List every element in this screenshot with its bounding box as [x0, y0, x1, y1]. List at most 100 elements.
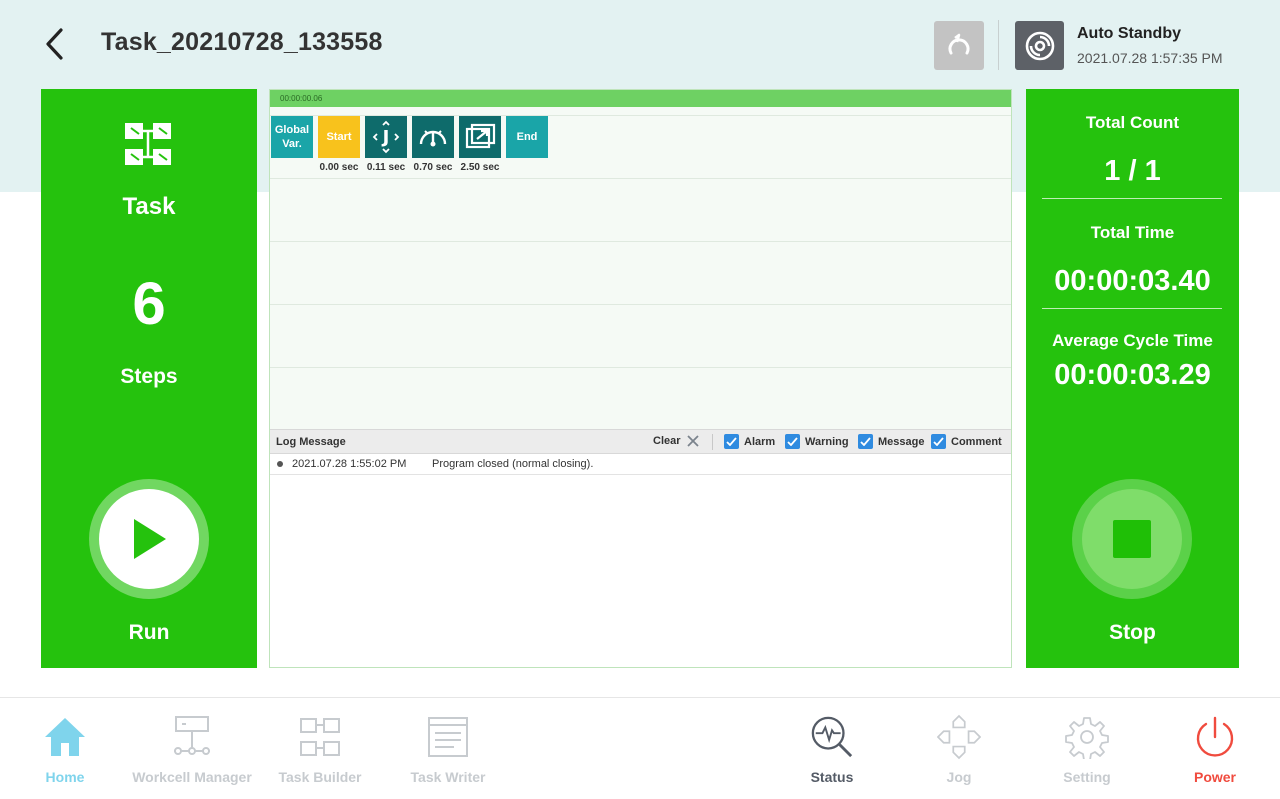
- checkbox[interactable]: [724, 434, 739, 449]
- progress-bar: 00:00:00.06: [270, 90, 1011, 107]
- robot-status-time: 2021.07.28 1:57:35 PM: [1077, 50, 1223, 66]
- filter-alarm[interactable]: Alarm: [724, 434, 775, 449]
- move-j-icon: J: [372, 120, 400, 154]
- total-count-label: Total Count: [1085, 113, 1180, 132]
- stop-button-face: [1082, 489, 1182, 589]
- nav-status[interactable]: Status: [767, 698, 897, 798]
- log-entry[interactable]: 2021.07.28 1:55:02 PM Program closed (no…: [270, 454, 1011, 475]
- block-time: 2.50 sec: [460, 162, 500, 173]
- checkbox[interactable]: [785, 434, 800, 449]
- bottom-nav: Home Workcell Manager Task Builder Task …: [0, 697, 1280, 799]
- log-bullet: [277, 461, 283, 467]
- check-icon: [726, 437, 737, 446]
- run-button-face: [99, 489, 199, 589]
- power-icon: [1193, 714, 1237, 760]
- block-global-var[interactable]: Global Var.: [271, 116, 313, 158]
- log-message: Program closed (normal closing).: [432, 458, 594, 470]
- block-end[interactable]: End: [506, 116, 548, 158]
- nav-jog[interactable]: Jog: [894, 698, 1024, 798]
- gear-icon: [1065, 714, 1109, 760]
- filter-message[interactable]: Message: [858, 434, 924, 449]
- stop-label: Stop: [1109, 621, 1156, 644]
- nav-workcell-manager[interactable]: Workcell Manager: [127, 698, 257, 798]
- filter-label: Alarm: [744, 435, 776, 448]
- filter-label: Comment: [951, 435, 1002, 448]
- steps-count: 6: [132, 270, 166, 337]
- nav-label: Workcell Manager: [132, 769, 252, 785]
- page-title: Task_20210728_133558: [101, 28, 383, 56]
- run-button[interactable]: [89, 479, 209, 599]
- block-time: 0.11 sec: [366, 162, 406, 173]
- reset-button[interactable]: [934, 21, 984, 70]
- log-time: 2021.07.28 1:55:02 PM: [292, 458, 407, 470]
- steps-label: Steps: [120, 365, 178, 388]
- log-title: Log Message: [276, 436, 346, 448]
- header: Task_20210728_133558 Auto Standby 2021.0…: [0, 0, 1280, 89]
- nav-home[interactable]: Home: [0, 698, 130, 798]
- nav-label: Status: [810, 769, 854, 785]
- log-toolbar-divider: [712, 434, 713, 450]
- row-line: [270, 241, 1011, 242]
- checkbox[interactable]: [931, 434, 946, 449]
- stat-divider: [1042, 308, 1222, 309]
- chevron-left-icon: [46, 28, 63, 60]
- task-label: Task: [122, 193, 176, 220]
- block-move-j[interactable]: J: [365, 116, 407, 158]
- checkbox[interactable]: [858, 434, 873, 449]
- total-count-value: 1 / 1: [1104, 155, 1161, 187]
- home-icon: [43, 714, 87, 760]
- nav-label: Home: [45, 769, 85, 785]
- nav-label: Power: [1193, 769, 1236, 785]
- gauge-icon: [419, 130, 447, 147]
- block-gauge[interactable]: [412, 116, 454, 158]
- stop-icon: [1113, 520, 1151, 558]
- block-label: End: [516, 131, 538, 143]
- close-icon: [686, 435, 699, 447]
- play-icon: [134, 519, 166, 559]
- image-icon: [465, 123, 496, 149]
- svg-text:J: J: [381, 127, 390, 148]
- nav-task-builder[interactable]: Task Builder: [255, 698, 385, 798]
- workcell-icon: [170, 714, 214, 760]
- avg-cycle-value: 00:00:03.29: [1054, 359, 1211, 391]
- filter-label: Warning: [805, 435, 849, 448]
- header-divider: [998, 20, 999, 70]
- check-icon: [933, 437, 944, 446]
- back-button[interactable]: [36, 24, 72, 64]
- timeline-area: Global Var. Start 0.00 sec J 0.11 sec 0.…: [270, 107, 1011, 429]
- jog-arrows-icon: [937, 714, 981, 760]
- robot-status-button[interactable]: [1015, 21, 1064, 70]
- task-builder-icon: [298, 714, 342, 760]
- log-toolbar: Log Message Clear Alarm Warning Message …: [270, 429, 1011, 454]
- task-progress-panel: 00:00:00.06 Global Var. Start 0.00 sec J…: [269, 89, 1012, 668]
- filter-warning[interactable]: Warning: [785, 434, 849, 449]
- statistics-panel: Total Count 1 / 1 Total Time 00:00:03.40…: [1026, 89, 1239, 668]
- block-image[interactable]: [459, 116, 501, 158]
- log-list[interactable]: 2021.07.28 1:55:02 PM Program closed (no…: [270, 454, 1011, 667]
- row-line: [270, 367, 1011, 368]
- nav-label: Task Builder: [278, 769, 362, 785]
- avg-cycle-label: Average Cycle Time: [1052, 331, 1213, 350]
- reset-arrow-icon: [948, 33, 970, 54]
- block-label: Global Var.: [274, 124, 310, 150]
- block-time: 0.70 sec: [413, 162, 453, 173]
- nav-setting[interactable]: Setting: [1022, 698, 1152, 798]
- block-time: 0.00 sec: [319, 162, 359, 173]
- nav-label: Jog: [946, 769, 972, 785]
- clear-label: Clear: [653, 435, 681, 447]
- nav-power[interactable]: Power: [1150, 698, 1280, 798]
- task-summary-panel: Task 6 Steps Run: [41, 89, 257, 668]
- check-icon: [860, 437, 871, 446]
- nav-task-writer[interactable]: Task Writer: [383, 698, 513, 798]
- stop-button[interactable]: [1072, 479, 1192, 599]
- total-time-label: Total Time: [1090, 223, 1175, 242]
- progress-time: 00:00:00.06: [280, 94, 323, 103]
- robot-spiral-icon: [1025, 31, 1054, 60]
- block-start[interactable]: Start: [318, 116, 360, 158]
- nav-label: Task Writer: [410, 769, 486, 785]
- clear-log-button[interactable]: Clear: [653, 435, 699, 447]
- nav-label: Setting: [1063, 769, 1111, 785]
- filter-comment[interactable]: Comment: [931, 434, 1002, 449]
- task-writer-icon: [426, 714, 470, 760]
- total-time-value: 00:00:03.40: [1054, 265, 1211, 297]
